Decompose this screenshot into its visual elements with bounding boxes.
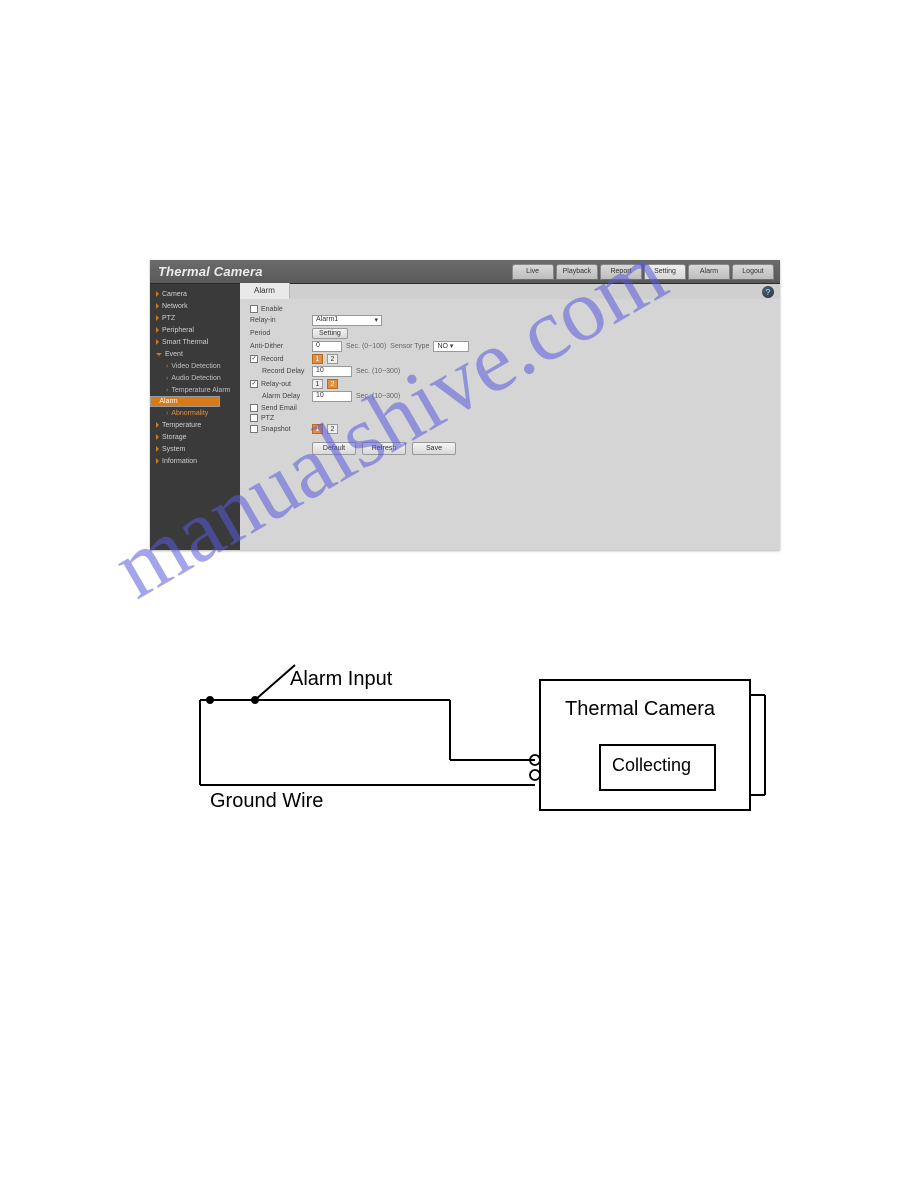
enable-checkbox[interactable] (250, 305, 258, 313)
ptz-checkbox[interactable] (250, 414, 258, 422)
period-label: Period (250, 330, 312, 337)
form-area: Enable Relay-in Alarm1 ▾ Period Setting … (240, 299, 780, 550)
alarm-delay-input[interactable]: 10 (312, 391, 352, 402)
sidebar-item-ptz[interactable]: PTZ (150, 312, 240, 324)
sensor-type-select[interactable]: NO ▾ (433, 341, 469, 352)
sidebar-item-system[interactable]: System (150, 443, 240, 455)
tab-setting[interactable]: Setting (644, 264, 686, 280)
sidebar-sub-temperature-alarm[interactable]: Temperature Alarm (150, 384, 240, 396)
send-email-label: Send Email (261, 405, 297, 412)
sidebar-item-smart-thermal[interactable]: Smart Thermal (150, 336, 240, 348)
diagram-label-thermal-camera: Thermal Camera (565, 698, 715, 721)
enable-label: Enable (261, 306, 283, 313)
tab-playback[interactable]: Playback (556, 264, 598, 280)
sidebar-item-storage[interactable]: Storage (150, 431, 240, 443)
record-label: Record (261, 356, 284, 363)
send-email-checkbox[interactable] (250, 404, 258, 412)
app-title: Thermal Camera (158, 264, 512, 279)
snapshot-ch-2[interactable]: 2 (327, 424, 338, 434)
record-checkbox[interactable]: ✓ (250, 355, 258, 363)
sidebar-sub-abnormality[interactable]: Abnormality (150, 407, 240, 419)
app-body: Camera Network PTZ Peripheral Smart Ther… (150, 284, 780, 550)
diagram-label-collecting: Collecting (612, 755, 691, 776)
record-delay-input[interactable]: 10 (312, 366, 352, 377)
snapshot-label: Snapshot (261, 426, 291, 433)
sidebar-item-information[interactable]: Information (150, 455, 240, 467)
ptz-label: PTZ (261, 415, 274, 422)
sensor-type-label: Sensor Type (390, 343, 429, 350)
wiring-diagram: Alarm Input Ground Wire Thermal Camera C… (150, 640, 770, 860)
snapshot-ch-1[interactable]: 1 (312, 424, 323, 434)
sidebar-item-peripheral[interactable]: Peripheral (150, 324, 240, 336)
refresh-button[interactable]: Refresh (362, 442, 406, 455)
record-ch-1[interactable]: 1 (312, 354, 323, 364)
alarm-delay-hint: Sec. (10~300) (356, 393, 400, 400)
record-delay-hint: Sec. (10~300) (356, 368, 400, 375)
sidebar-sub-alarm[interactable]: Alarm (150, 396, 220, 407)
sensor-type-value: NO (437, 343, 448, 350)
sidebar-item-network[interactable]: Network (150, 300, 240, 312)
tab-alarm[interactable]: Alarm (688, 264, 730, 280)
diagram-label-alarm-input: Alarm Input (290, 668, 392, 691)
tab-logout[interactable]: Logout (732, 264, 774, 280)
save-button[interactable]: Save (412, 442, 456, 455)
record-ch-2[interactable]: 2 (327, 354, 338, 364)
relay-out-ch-2[interactable]: 2 (327, 379, 338, 389)
anti-dither-hint: Sec. (0~100) (346, 343, 386, 350)
app-frame: Thermal Camera Live Playback Report Sett… (150, 260, 780, 550)
anti-dither-input[interactable]: 0 (312, 341, 342, 352)
snapshot-checkbox[interactable] (250, 425, 258, 433)
sidebar-item-event[interactable]: Event (150, 348, 240, 360)
relay-out-checkbox[interactable]: ✓ (250, 380, 258, 388)
tab-report[interactable]: Report (600, 264, 642, 280)
record-delay-label: Record Delay (250, 368, 312, 375)
panel-tab-alarm[interactable]: Alarm (240, 283, 290, 299)
top-nav: Live Playback Report Setting Alarm Logou… (512, 264, 774, 280)
relay-in-select[interactable]: Alarm1 ▾ (312, 315, 382, 326)
anti-dither-label: Anti-Dither (250, 343, 312, 350)
tab-live[interactable]: Live (512, 264, 554, 280)
sidebar-sub-audio-detection[interactable]: Audio Detection (150, 372, 240, 384)
app-header: Thermal Camera Live Playback Report Sett… (150, 260, 780, 284)
help-icon[interactable]: ? (762, 286, 774, 298)
period-setting-button[interactable]: Setting (312, 328, 348, 339)
default-button[interactable]: Default (312, 442, 356, 455)
sidebar: Camera Network PTZ Peripheral Smart Ther… (150, 284, 240, 550)
sidebar-item-camera[interactable]: Camera (150, 288, 240, 300)
relay-out-label: Relay-out (261, 381, 291, 388)
main-panel: Alarm ? Enable Relay-in Alarm1 ▾ Period … (240, 284, 780, 550)
relay-out-ch-1[interactable]: 1 (312, 379, 323, 389)
alarm-delay-label: Alarm Delay (250, 393, 312, 400)
sidebar-item-temperature[interactable]: Temperature (150, 419, 240, 431)
sidebar-sub-video-detection[interactable]: Video Detection (150, 360, 240, 372)
diagram-label-ground-wire: Ground Wire (210, 790, 323, 813)
relay-in-value: Alarm1 (316, 316, 338, 323)
relay-in-label: Relay-in (250, 317, 312, 324)
